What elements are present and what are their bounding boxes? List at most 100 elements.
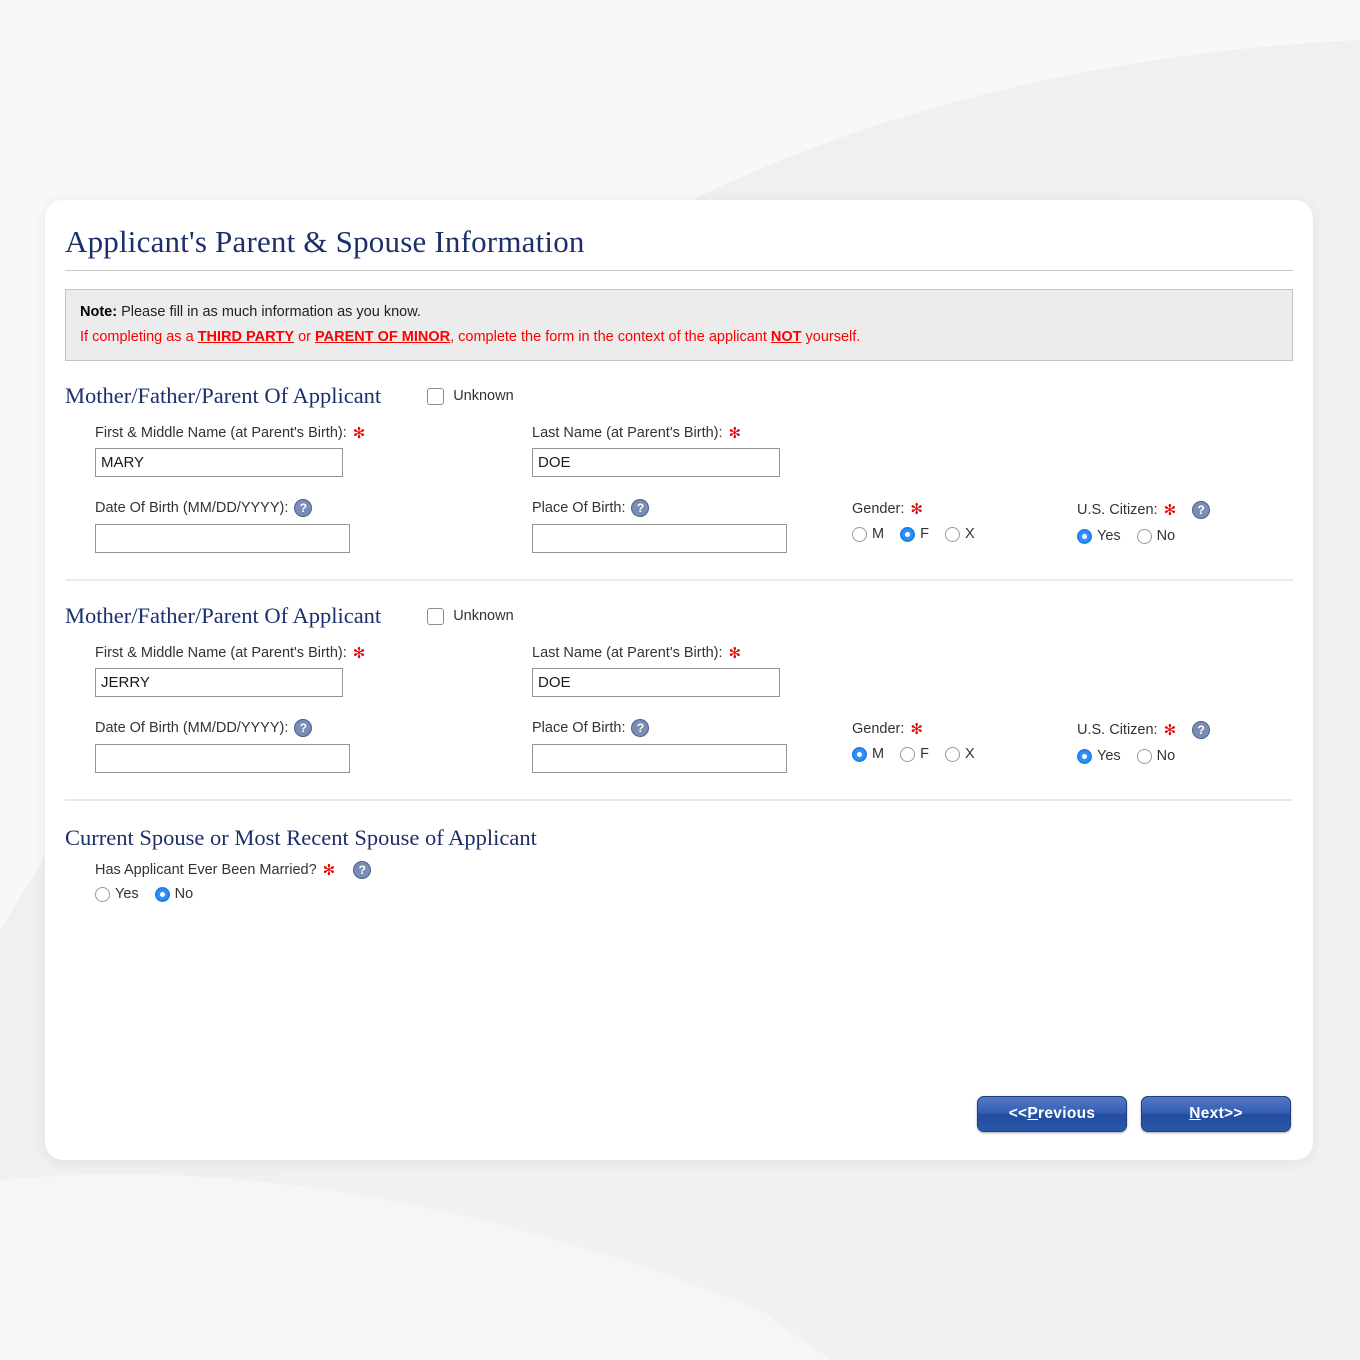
parent-2-citizen-radios: Yes No bbox=[1077, 748, 1277, 764]
spouse-section: Current Spouse or Most Recent Spouse of … bbox=[65, 825, 1293, 902]
required-asterisk: ✻ bbox=[910, 500, 923, 518]
parent-1-title: Mother/Father/Parent Of Applicant bbox=[65, 383, 382, 409]
title-divider bbox=[65, 270, 1293, 271]
parent-2-pob-label: Place Of Birth: ? bbox=[532, 719, 852, 738]
previous-prefix: << bbox=[1008, 1105, 1028, 1122]
previous-button[interactable]: << Previous bbox=[977, 1096, 1127, 1132]
radio-m[interactable] bbox=[852, 746, 867, 762]
parent-2-gender-option-x[interactable]: X bbox=[944, 746, 975, 763]
parent-1-first-name-label-text: First & Middle Name (at Parent's Birth): bbox=[95, 425, 347, 442]
radio-f-label: F bbox=[920, 526, 929, 543]
note-box: Note: Please fill in as much information… bbox=[65, 289, 1293, 362]
required-asterisk: ✻ bbox=[352, 424, 366, 442]
note-not: NOT bbox=[770, 328, 802, 345]
parent-section-2: Mother/Father/Parent Of Applicant Unknow… bbox=[65, 603, 1293, 802]
parent-1-first-name-input[interactable] bbox=[95, 448, 343, 478]
parent-1-last-name-label: Last Name (at Parent's Birth): ✻ bbox=[532, 425, 852, 441]
help-icon[interactable]: ? bbox=[1192, 501, 1211, 520]
parent-2-title: Mother/Father/Parent Of Applicant bbox=[65, 603, 382, 629]
radio-yes[interactable] bbox=[95, 886, 110, 902]
help-icon[interactable]: ? bbox=[1192, 721, 1211, 740]
note-line-1: Note: Please fill in as much information… bbox=[80, 300, 1278, 325]
parent-2-gender-radios: M F X bbox=[852, 746, 1077, 762]
parent-2-pob-label-text: Place Of Birth: bbox=[532, 720, 626, 737]
radio-f[interactable] bbox=[900, 746, 916, 762]
parent-1-gender-option-f[interactable]: F bbox=[900, 526, 929, 542]
parent-1-dob-input[interactable] bbox=[95, 524, 350, 554]
parent-1-citizen-option-yes[interactable]: Yes bbox=[1077, 528, 1121, 544]
required-asterisk: ✻ bbox=[728, 644, 742, 662]
parent-1-pob-input[interactable] bbox=[532, 524, 787, 554]
parent-2-citizen-option-no[interactable]: No bbox=[1136, 748, 1175, 764]
spouse-question-label: Has Applicant Ever Been Married? ✻ ? bbox=[95, 861, 1293, 880]
parent-1-citizen-radios: Yes No bbox=[1077, 528, 1277, 544]
next-accesskey: N bbox=[1189, 1105, 1201, 1122]
section-divider-2 bbox=[65, 799, 1293, 802]
spouse-married-option-no[interactable]: No bbox=[154, 886, 194, 903]
parent-section-1: Mother/Father/Parent Of Applicant Unknow… bbox=[65, 383, 1293, 582]
spouse-question-text: Has Applicant Ever Been Married? bbox=[95, 862, 317, 879]
parent-1-last-name-input[interactable] bbox=[532, 448, 780, 478]
form-card: Applicant's Parent & Spouse Information … bbox=[45, 200, 1313, 1160]
parent-2-pob-input[interactable] bbox=[532, 744, 787, 774]
parent-1-citizen-option-no[interactable]: No bbox=[1136, 528, 1175, 544]
parent-1-unknown-group[interactable]: Unknown bbox=[427, 387, 514, 405]
parent-1-gender-label: Gender: ✻ bbox=[852, 501, 1077, 517]
parent-2-first-name-input[interactable] bbox=[95, 668, 343, 698]
radio-m-label: M bbox=[872, 746, 885, 763]
page-title: Applicant's Parent & Spouse Information bbox=[65, 224, 585, 259]
parent-1-gender-label-text: Gender: bbox=[852, 501, 905, 518]
parent-2-gender-label: Gender: ✻ bbox=[852, 721, 1077, 737]
parent-2-last-name-input[interactable] bbox=[532, 668, 780, 698]
spouse-married-option-yes[interactable]: Yes bbox=[95, 886, 139, 902]
previous-rest: revious bbox=[1038, 1105, 1096, 1122]
parent-2-gender-option-f[interactable]: F bbox=[900, 746, 929, 762]
next-suffix: >> bbox=[1224, 1105, 1243, 1122]
radio-no[interactable] bbox=[154, 886, 170, 902]
help-icon[interactable]: ? bbox=[294, 499, 313, 518]
help-icon[interactable]: ? bbox=[294, 719, 313, 738]
parent-2-citizen-option-yes[interactable]: Yes bbox=[1077, 748, 1121, 764]
parent-1-first-name-label: First & Middle Name (at Parent's Birth):… bbox=[95, 425, 532, 441]
parent-2-name-row: First & Middle Name (at Parent's Birth):… bbox=[95, 645, 1293, 698]
help-icon[interactable]: ? bbox=[631, 719, 650, 738]
radio-x[interactable] bbox=[944, 746, 960, 762]
radio-no[interactable] bbox=[1136, 528, 1152, 544]
parent-1-header: Mother/Father/Parent Of Applicant Unknow… bbox=[65, 383, 1293, 409]
radio-no[interactable] bbox=[1136, 748, 1152, 764]
parent-2-unknown-checkbox[interactable] bbox=[427, 607, 445, 625]
parent-1-gender-option-m[interactable]: M bbox=[852, 526, 884, 542]
parent-2-birth-row: Date Of Birth (MM/DD/YYYY): ? Place Of B… bbox=[95, 719, 1293, 774]
parent-1-citizen-label-text: U.S. Citizen: bbox=[1077, 502, 1158, 519]
next-button[interactable]: Next >> bbox=[1141, 1096, 1291, 1132]
radio-x[interactable] bbox=[944, 526, 960, 542]
radio-m[interactable] bbox=[852, 526, 867, 542]
note-mid-2: , complete the form in the context of th… bbox=[450, 328, 771, 345]
parent-1-unknown-checkbox[interactable] bbox=[427, 387, 445, 405]
parent-2-gender-option-m[interactable]: M bbox=[852, 746, 884, 762]
parent-1-pob-label-text: Place Of Birth: bbox=[532, 500, 626, 517]
note-third-party: THIRD PARTY bbox=[197, 328, 295, 345]
radio-yes[interactable] bbox=[1077, 748, 1092, 764]
radio-x-label: X bbox=[964, 746, 975, 763]
radio-x-label: X bbox=[964, 526, 975, 543]
radio-f[interactable] bbox=[900, 526, 916, 542]
spouse-married-radios: Yes No bbox=[95, 886, 1293, 902]
note-text: Please fill in as much information as yo… bbox=[117, 304, 421, 320]
radio-yes[interactable] bbox=[1077, 528, 1092, 544]
required-asterisk: ✻ bbox=[1163, 501, 1177, 519]
parent-1-gender-option-x[interactable]: X bbox=[944, 526, 975, 543]
note-prefix: If completing as a bbox=[80, 328, 198, 345]
help-icon[interactable]: ? bbox=[353, 861, 372, 880]
parent-2-last-name-label: Last Name (at Parent's Birth): ✻ bbox=[532, 645, 852, 661]
radio-yes-label: Yes bbox=[1097, 528, 1121, 545]
radio-no-label: No bbox=[174, 886, 194, 903]
parent-1-dob-label: Date Of Birth (MM/DD/YYYY): ? bbox=[95, 499, 532, 518]
radio-yes-label: Yes bbox=[1097, 748, 1121, 765]
help-icon[interactable]: ? bbox=[631, 499, 650, 518]
parent-2-dob-input[interactable] bbox=[95, 744, 350, 774]
parent-2-header: Mother/Father/Parent Of Applicant Unknow… bbox=[65, 603, 1293, 629]
parent-2-unknown-group[interactable]: Unknown bbox=[427, 607, 514, 625]
note-mid-1: or bbox=[294, 328, 316, 345]
next-rest: ext bbox=[1200, 1105, 1225, 1122]
